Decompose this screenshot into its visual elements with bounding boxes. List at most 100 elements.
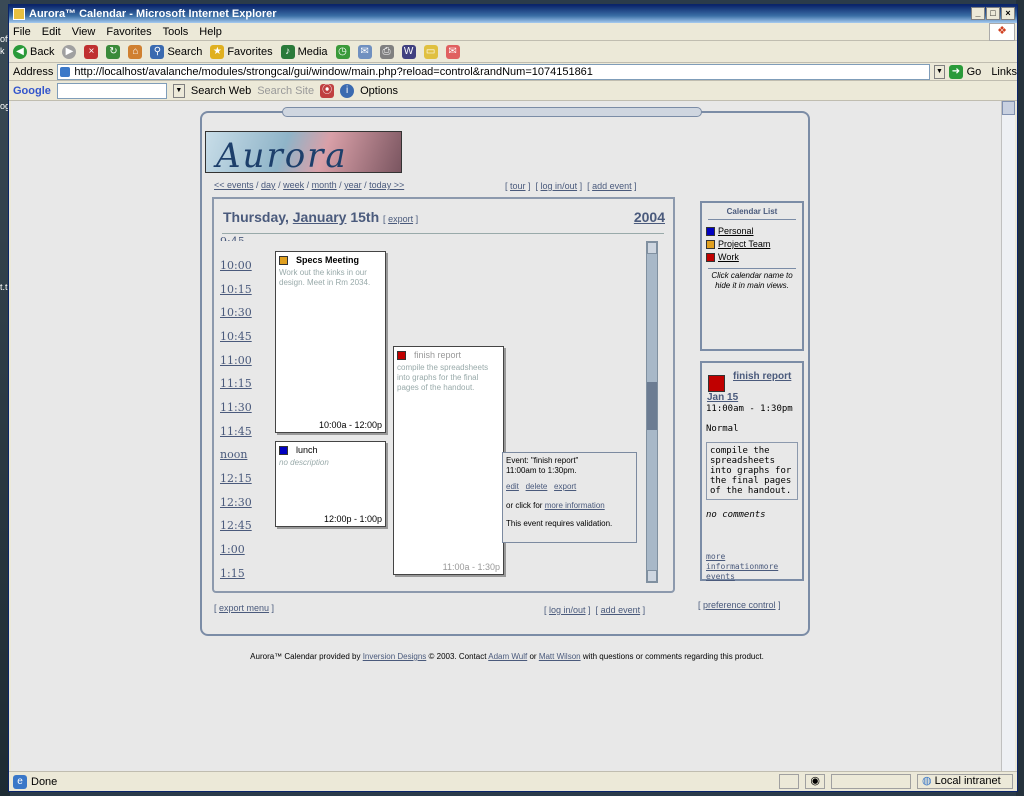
menu-view[interactable]: View [72, 26, 96, 38]
calendar-item-label[interactable]: Personal [718, 226, 754, 236]
security-icon[interactable]: ◉ [805, 774, 825, 789]
page-icon: e [13, 774, 27, 789]
detail-title-link[interactable]: finish report [733, 371, 791, 382]
google-search-input[interactable] [56, 82, 167, 99]
time-slot-link[interactable]: 10:30 [220, 306, 252, 319]
forward-icon[interactable]: ▶ [62, 44, 77, 59]
pagerank-icon[interactable]: ⦿ [320, 83, 335, 98]
edit-icon[interactable]: W [401, 44, 416, 59]
footer-text: Aurora™ Calendar provided by [250, 652, 361, 661]
google-logo[interactable]: Google [13, 85, 51, 97]
time-slot-link[interactable]: 11:45 [220, 425, 252, 438]
nav-events-link[interactable]: << events [214, 180, 254, 190]
favorites-button[interactable]: ★ Favorites [210, 44, 273, 59]
work-swatch [706, 252, 715, 262]
menu-help[interactable]: Help [199, 26, 222, 38]
time-slot-link[interactable]: 9:45 [220, 235, 245, 241]
nav-today-link[interactable]: today >> [369, 180, 404, 190]
year-link[interactable]: 2004 [634, 209, 665, 225]
day-month-link[interactable]: January [293, 209, 347, 225]
popup-export-link[interactable]: export [554, 482, 576, 491]
popup-more-info-link[interactable]: more information [545, 501, 605, 510]
nav-week-link[interactable]: week [283, 180, 304, 190]
page-viewport: Aurora << events / day / week / month / … [11, 101, 1003, 771]
preference-link[interactable]: preference control [703, 600, 776, 610]
event-finish-report[interactable]: finish report compile the spreadsheets i… [393, 346, 504, 575]
login-link[interactable]: log in/out [541, 181, 578, 191]
time-slot-link[interactable]: 11:30 [220, 401, 252, 414]
info-icon[interactable]: i [340, 83, 355, 98]
print-icon[interactable]: ⎙ [379, 44, 394, 59]
scroll-thumb[interactable] [647, 382, 657, 430]
stop-icon[interactable]: × [84, 44, 99, 59]
time-slot-link[interactable]: 12:30 [220, 496, 252, 509]
detail-more-links[interactable]: more informationmore events [706, 552, 798, 582]
day-export-link[interactable]: export [388, 214, 413, 224]
discuss-icon[interactable]: ▭ [423, 44, 438, 59]
mail-icon[interactable]: ✉ [357, 44, 372, 59]
history-icon[interactable]: ◷ [335, 44, 350, 59]
tour-link[interactable]: tour [510, 181, 526, 191]
address-dropdown-icon[interactable]: ▼ [933, 64, 946, 79]
go-arrow-icon[interactable]: ➜ [949, 64, 963, 79]
minimize-button[interactable]: _ [971, 7, 985, 20]
time-slot-link[interactable]: 1:00 [220, 543, 245, 556]
aurora-logo: Aurora [205, 131, 402, 173]
time-slot-link[interactable]: 10:15 [220, 283, 252, 296]
page-scrollbar[interactable] [1001, 101, 1015, 771]
time-slot-link[interactable]: 11:15 [220, 377, 252, 390]
menu-file[interactable]: File [13, 26, 31, 38]
scroll-up-icon[interactable] [647, 242, 657, 254]
search-web-button[interactable]: Search Web [191, 85, 251, 97]
links-button[interactable]: Links [991, 66, 1017, 78]
search-button[interactable]: ⚲ Search [150, 44, 202, 59]
go-button[interactable]: Go [967, 66, 982, 78]
matt-wilson-link[interactable]: Matt Wilson [539, 652, 581, 661]
home-icon[interactable]: ⌂ [128, 44, 143, 59]
google-dropdown-icon[interactable]: ▼ [172, 83, 185, 98]
menu-edit[interactable]: Edit [42, 26, 61, 38]
day-scrollbar[interactable] [646, 241, 658, 583]
calendar-top-tab [282, 107, 702, 117]
messenger-icon[interactable]: ✉ [445, 44, 460, 59]
time-slot-link[interactable]: 10:00 [220, 259, 252, 272]
nav-month-link[interactable]: month [312, 180, 337, 190]
close-button[interactable]: × [1001, 7, 1015, 20]
refresh-icon[interactable]: ↻ [106, 44, 121, 59]
nav-year-link[interactable]: year [344, 180, 362, 190]
adam-wulf-link[interactable]: Adam Wulf [488, 652, 527, 661]
menu-favorites[interactable]: Favorites [106, 26, 151, 38]
calendar-item-label[interactable]: Project Team [718, 239, 770, 249]
detail-date-link[interactable]: Jan 15 [707, 392, 798, 403]
calendar-item-project-team[interactable]: Project Team [706, 239, 802, 249]
export-menu-link[interactable]: export menu [219, 603, 269, 613]
search-icon: ⚲ [150, 44, 165, 59]
scroll-down-icon[interactable] [647, 570, 657, 582]
time-slot-link[interactable]: noon [220, 448, 247, 461]
nav-day-link[interactable]: day [261, 180, 276, 190]
inversion-designs-link[interactable]: Inversion Designs [363, 652, 427, 661]
time-slot-link[interactable]: 11:00 [220, 354, 252, 367]
time-slot-link[interactable]: 10:45 [220, 330, 252, 343]
address-input[interactable]: http://localhost/avalanche/modules/stron… [57, 63, 930, 80]
time-slot-link[interactable]: 12:45 [220, 519, 252, 532]
event-specs-meeting[interactable]: Specs Meeting Work out the kinks in our … [275, 251, 386, 433]
login-link-bottom[interactable]: log in/out [549, 605, 586, 615]
calendar-item-work[interactable]: Work [706, 252, 802, 262]
back-button[interactable]: ◀ Back [13, 44, 54, 59]
add-event-link-bottom[interactable]: add event [601, 605, 641, 615]
search-site-button[interactable]: Search Site [257, 85, 314, 97]
calendar-item-personal[interactable]: Personal [706, 226, 802, 236]
options-button[interactable]: Options [360, 85, 398, 97]
page-scroll-up-icon[interactable] [1002, 101, 1015, 115]
popup-edit-link[interactable]: edit [506, 482, 519, 491]
media-button[interactable]: ♪ Media [280, 44, 328, 59]
time-slot-link[interactable]: 12:15 [220, 472, 252, 485]
calendar-item-label[interactable]: Work [718, 252, 739, 262]
popup-delete-link[interactable]: delete [526, 482, 548, 491]
time-slot-link[interactable]: 1:15 [220, 567, 245, 580]
menu-tools[interactable]: Tools [163, 26, 189, 38]
add-event-link[interactable]: add event [592, 181, 632, 191]
event-lunch[interactable]: lunch no description 12:00p - 1:00p [275, 441, 386, 527]
maximize-button[interactable]: □ [986, 7, 1000, 20]
